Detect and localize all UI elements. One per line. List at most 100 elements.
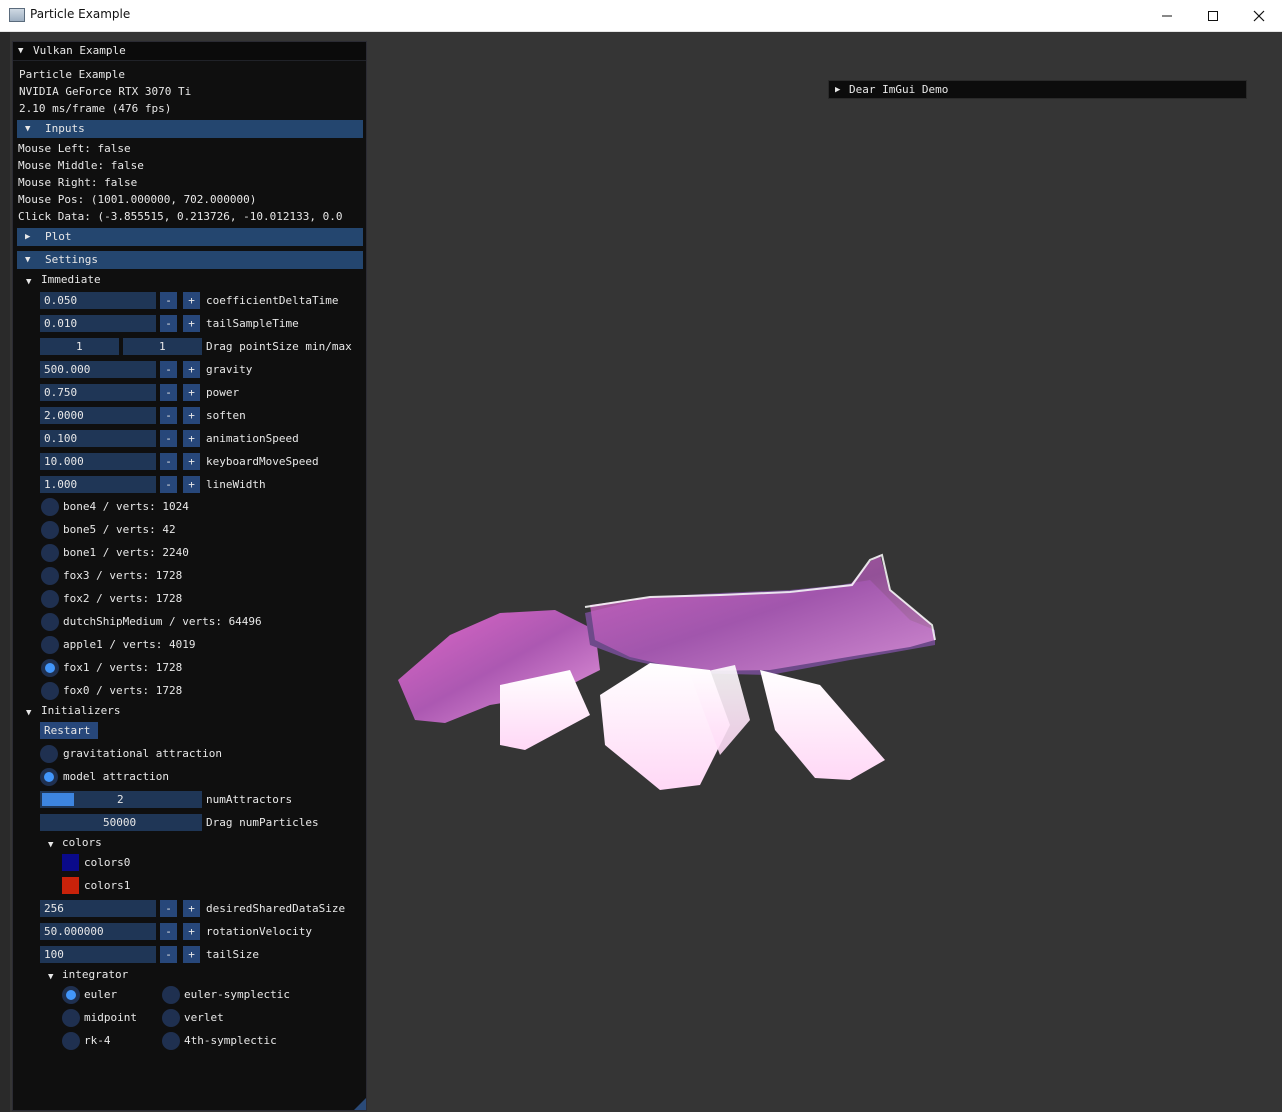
- colors0-swatch[interactable]: [62, 854, 79, 871]
- animation-speed-label: animationSpeed: [206, 432, 299, 445]
- animation-speed-value: 0.100: [44, 432, 78, 445]
- immediate-node[interactable]: Immediate: [41, 273, 101, 287]
- power-minus-button[interactable]: -: [160, 384, 177, 401]
- imgui-demo-window[interactable]: ▶ Dear ImGui Demo: [828, 80, 1247, 99]
- tail-sample-time-value: 0.010: [44, 317, 78, 330]
- keyboard-move-speed-minus-button[interactable]: -: [160, 453, 177, 470]
- tail-sample-time-label: tailSampleTime: [206, 317, 299, 330]
- tail-sample-time-plus-button[interactable]: +: [183, 315, 200, 332]
- soften-minus-button[interactable]: -: [160, 407, 177, 424]
- collapse-triangle-icon: ▼: [48, 972, 54, 982]
- power-label: power: [206, 386, 240, 399]
- animation-speed-minus-button[interactable]: -: [160, 430, 177, 447]
- colors-node[interactable]: colors: [62, 836, 102, 850]
- left-edge: [0, 32, 10, 1112]
- model-radio[interactable]: [41, 682, 59, 700]
- gravity-input[interactable]: 500.000: [40, 361, 156, 378]
- inputs-header-label: Inputs: [45, 122, 85, 135]
- verlet-radio[interactable]: [162, 1009, 180, 1027]
- coefficient-delta-time-minus-button[interactable]: -: [160, 292, 177, 309]
- line-width-plus-button[interactable]: +: [183, 476, 200, 493]
- keyboard-move-speed-value: 10.000: [44, 455, 84, 468]
- num-attractors-label: numAttractors: [206, 793, 293, 806]
- gravity-plus-button[interactable]: +: [183, 361, 200, 378]
- tail-sample-time-input[interactable]: 0.010: [40, 315, 156, 332]
- tail-size-value: 100: [44, 948, 64, 961]
- desired-shared-data-size-label: desiredSharedDataSize: [206, 902, 346, 915]
- restart-button[interactable]: Restart: [40, 722, 98, 739]
- gravitational-attraction-radio[interactable]: [40, 745, 58, 763]
- rotation-velocity-plus-button[interactable]: +: [183, 923, 200, 940]
- maximize-button[interactable]: [1190, 0, 1236, 31]
- euler-symplectic-label: euler-symplectic: [184, 988, 290, 1001]
- model-radio-label: dutchShipMedium / verts: 64496: [63, 615, 262, 628]
- line-width-minus-button[interactable]: -: [160, 476, 177, 493]
- line-width-input[interactable]: 1.000: [40, 476, 156, 493]
- point-size-min-drag[interactable]: 1: [40, 338, 119, 355]
- point-size-max-drag[interactable]: 1: [123, 338, 202, 355]
- desired-shared-data-size-input[interactable]: 256: [40, 900, 156, 917]
- point-size-min-value: 1: [76, 340, 83, 353]
- integrator-node[interactable]: integrator: [62, 968, 128, 982]
- animation-speed-input[interactable]: 0.100: [40, 430, 156, 447]
- rk4-radio[interactable]: [62, 1032, 80, 1050]
- model-radio[interactable]: [41, 613, 59, 631]
- keyboard-move-speed-input[interactable]: 10.000: [40, 453, 156, 470]
- panel-titlebar[interactable]: ▼ Vulkan Example: [13, 42, 366, 61]
- gravity-minus-button[interactable]: -: [160, 361, 177, 378]
- tail-sample-time-minus-button[interactable]: -: [160, 315, 177, 332]
- power-input[interactable]: 0.750: [40, 384, 156, 401]
- coefficient-delta-time-plus-button[interactable]: +: [183, 292, 200, 309]
- close-button[interactable]: [1236, 0, 1282, 31]
- power-value: 0.750: [44, 386, 78, 399]
- model-radio[interactable]: [41, 590, 59, 608]
- keyboard-move-speed-label: keyboardMoveSpeed: [206, 455, 319, 468]
- plot-header[interactable]: ▶ Plot: [17, 228, 363, 246]
- power-plus-button[interactable]: +: [183, 384, 200, 401]
- rotation-velocity-minus-button[interactable]: -: [160, 923, 177, 940]
- settings-header[interactable]: ▼ Settings: [17, 251, 363, 269]
- rotation-velocity-value: 50.000000: [44, 925, 104, 938]
- soften-plus-button[interactable]: +: [183, 407, 200, 424]
- symplectic4-radio[interactable]: [162, 1032, 180, 1050]
- collapse-triangle-icon: ▶: [835, 85, 841, 95]
- minimize-button[interactable]: [1144, 0, 1190, 31]
- num-attractors-slider[interactable]: 2: [40, 791, 202, 808]
- model-radio[interactable]: [41, 544, 59, 562]
- colors1-swatch[interactable]: [62, 877, 79, 894]
- model-radio[interactable]: [41, 498, 59, 516]
- coefficient-delta-time-input[interactable]: 0.050: [40, 292, 156, 309]
- model-radio[interactable]: [41, 659, 59, 677]
- soften-input[interactable]: 2.0000: [40, 407, 156, 424]
- model-attraction-label: model attraction: [63, 770, 169, 783]
- num-particles-label: Drag numParticles: [206, 816, 319, 829]
- initializers-node[interactable]: Initializers: [41, 704, 120, 718]
- animation-speed-plus-button[interactable]: +: [183, 430, 200, 447]
- num-particles-drag[interactable]: 50000: [40, 814, 202, 831]
- tail-size-minus-button[interactable]: -: [160, 946, 177, 963]
- colors0-label: colors0: [84, 856, 131, 869]
- collapse-triangle-icon: ▼: [25, 255, 31, 265]
- rotation-velocity-input[interactable]: 50.000000: [40, 923, 156, 940]
- slider-grab[interactable]: [42, 793, 74, 806]
- model-radio[interactable]: [41, 636, 59, 654]
- desired-shared-data-size-minus-button[interactable]: -: [160, 900, 177, 917]
- desired-shared-data-size-plus-button[interactable]: +: [183, 900, 200, 917]
- euler-radio[interactable]: [62, 986, 80, 1004]
- tail-size-plus-button[interactable]: +: [183, 946, 200, 963]
- midpoint-radio[interactable]: [62, 1009, 80, 1027]
- euler-label: euler: [84, 988, 118, 1001]
- tail-size-input[interactable]: 100: [40, 946, 156, 963]
- model-attraction-radio[interactable]: [40, 768, 58, 786]
- resize-grip[interactable]: [354, 1098, 366, 1110]
- title-bar[interactable]: Particle Example: [0, 0, 1282, 32]
- model-radio[interactable]: [41, 567, 59, 585]
- keyboard-move-speed-plus-button[interactable]: +: [183, 453, 200, 470]
- inputs-header[interactable]: ▼ Inputs: [17, 120, 363, 138]
- mouse-pos-text: Mouse Pos: (1001.000000, 702.000000): [18, 193, 257, 206]
- model-radio[interactable]: [41, 521, 59, 539]
- euler-symplectic-radio[interactable]: [162, 986, 180, 1004]
- collapse-triangle-icon: ▼: [48, 840, 54, 850]
- collapse-triangle-icon: ▼: [26, 277, 32, 287]
- restart-label: Restart: [44, 724, 91, 737]
